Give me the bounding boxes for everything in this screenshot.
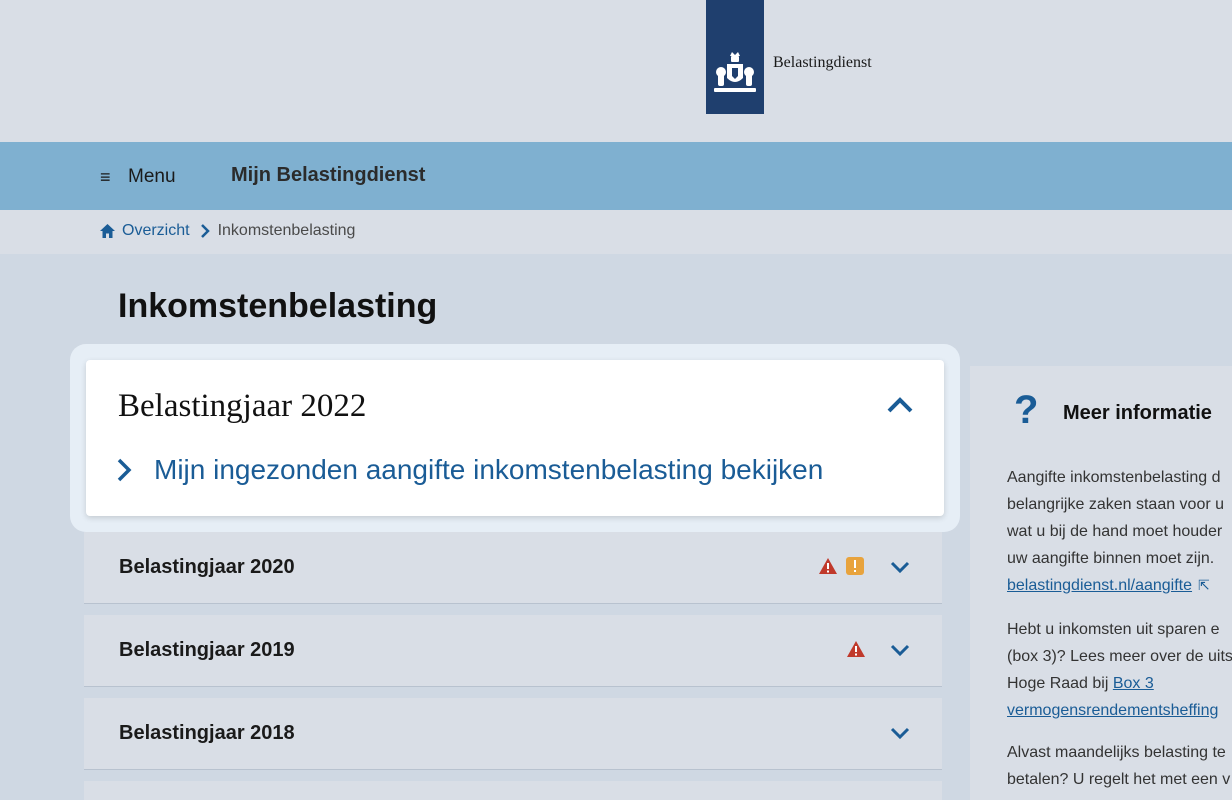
sidebar-line: Hoge Raad bij [1007,675,1113,692]
sidebar-heading: Meer informatie [1063,402,1212,424]
brand-name: Belastingdienst [773,54,872,71]
home-icon [100,224,115,238]
logo[interactable] [706,0,764,114]
chevron-right-icon [117,458,132,482]
view-submitted-return-label: Mijn ingezonden aangifte inkomstenbelast… [154,454,824,485]
sidebar-line: betalen? U regelt het met een v [1007,771,1231,788]
info-sidebar: ? Meer informatie Aangifte inkomstenbela… [970,366,1232,800]
page-title: Inkomstenbelasting [118,287,438,325]
menu-button[interactable]: ≡ Menu [100,166,176,188]
royal-coat-of-arms-icon [714,52,756,92]
nav-title[interactable]: Mijn Belastingdienst [231,164,425,187]
question-mark-icon: ? [1014,388,1039,432]
sidebar-line: Hebt u inkomsten uit sparen e [1007,621,1220,638]
accordion-row-label: Belastingjaar 2020 [119,556,295,578]
accordion-row-2019[interactable]: Belastingjaar 2019 [84,615,942,687]
breadcrumb-bar: Overzicht Inkomstenbelasting [0,210,1232,254]
menu-label: Menu [128,166,176,187]
external-link-icon: ⇱ [1198,577,1210,593]
box3-link[interactable]: Box 3 [1113,675,1154,692]
sidebar-line: Aangifte inkomstenbelasting d [1007,469,1221,486]
sidebar-line: (box 3)? Lees meer over de uits [1007,648,1232,665]
sidebar-line: Alvast maandelijks belasting te [1007,744,1226,761]
error-triangle-icon [847,641,865,657]
chevron-up-icon[interactable] [886,396,914,414]
sidebar-line: wat u bij de hand moet houder [1007,523,1223,540]
breadcrumb-current: Inkomstenbelasting [217,222,356,239]
chevron-down-icon [890,644,910,657]
accordion-row-label: Belastingjaar 2018 [119,722,295,744]
error-triangle-icon [819,558,837,574]
main-nav: ≡ Menu Mijn Belastingdienst [0,142,1232,210]
sidebar-paragraph-2: Hebt u inkomsten uit sparen e (box 3)? L… [1007,616,1232,724]
accordion-expanded-2022: Belastingjaar 2022 Mijn ingezonden aangi… [86,360,944,516]
chevron-down-icon [890,561,910,574]
accordion-row-2020[interactable]: Belastingjaar 2020 [84,532,942,604]
chevron-down-icon [890,727,910,740]
accordion-row-2018[interactable]: Belastingjaar 2018 [84,698,942,770]
sidebar-paragraph-3: Alvast maandelijks belasting te betalen?… [1007,739,1230,793]
accordion-title: Belastingjaar 2022 [118,388,367,424]
accordion-row-label: Belastingjaar 2019 [119,639,295,661]
sidebar-paragraph-1: Aangifte inkomstenbelasting d belangrijk… [1007,464,1224,599]
site-header: Belastingdienst [0,0,1232,142]
sidebar-line: belangrijke zaken staan voor u [1007,496,1225,513]
breadcrumb-home-label: Overzicht [122,222,190,239]
box3-link-continued[interactable]: vermogensrendementsheffing [1007,702,1218,719]
breadcrumb-home-link[interactable]: Overzicht [99,222,190,240]
sidebar-line: uw aangifte binnen moet zijn. [1007,550,1215,567]
breadcrumb: Overzicht Inkomstenbelasting [99,222,355,240]
chevron-right-icon [200,224,210,238]
accordion-row-next[interactable] [84,781,942,800]
warning-square-icon [846,557,864,575]
aangifte-link[interactable]: belastingdienst.nl/aangifte [1007,577,1192,594]
hamburger-icon: ≡ [100,166,111,187]
view-submitted-return-link[interactable]: Mijn ingezonden aangifte inkomstenbelast… [116,454,823,486]
